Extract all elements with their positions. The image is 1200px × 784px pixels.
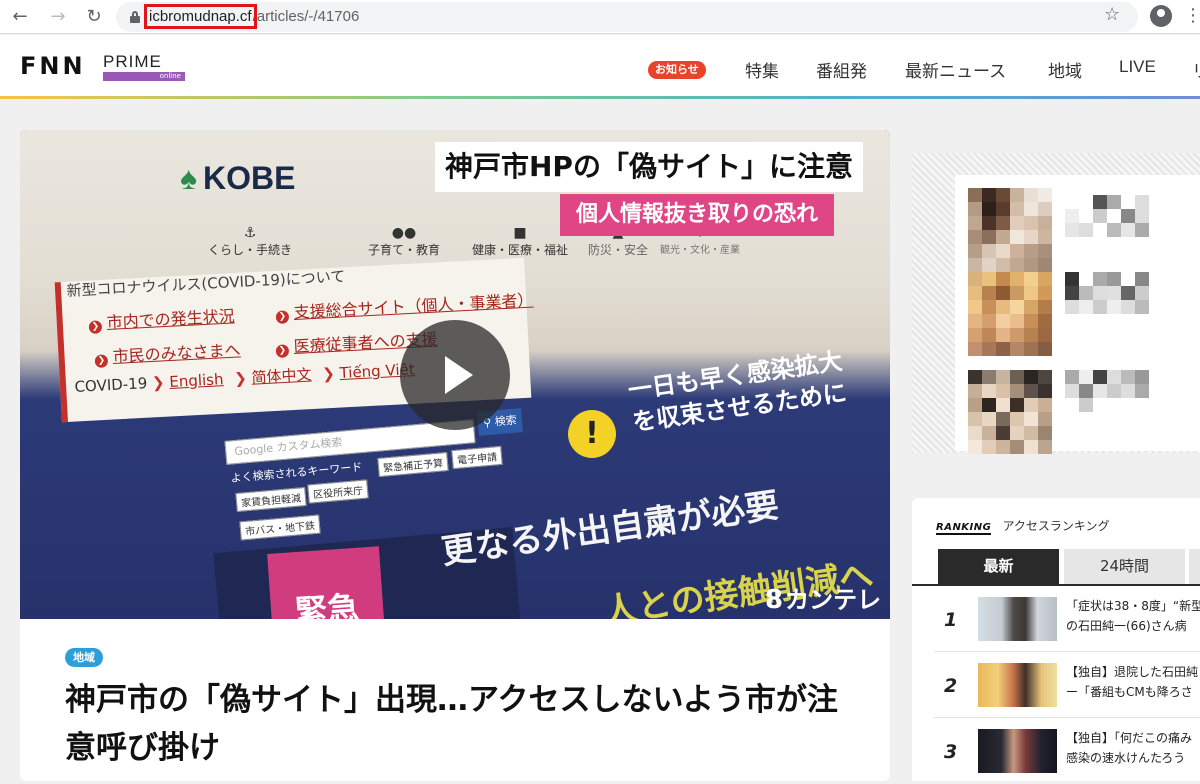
video-player[interactable]: ♠KOBE ⚓くらし・手続き ●●子育て・教育 ■健康・医療・福祉 ▲防災・安全…	[20, 130, 890, 619]
article-card: ♠KOBE ⚓くらし・手続き ●●子育て・教育 ■健康・医療・福祉 ▲防災・安全…	[20, 130, 890, 781]
site-header: FNN PRIME online お知らせ 特集 番組発 最新ニュース 地域 L…	[0, 35, 1200, 97]
rank-thumbnail[interactable]	[978, 729, 1057, 773]
ranking-title: アクセスランキング	[1002, 519, 1110, 533]
lock-icon[interactable]	[130, 11, 140, 23]
rank-number: 2	[944, 675, 958, 697]
ranking-item[interactable]: 2 【独自】退院した石田純 ー「番組もCMも降ろさ	[934, 658, 1200, 718]
keyword-chip: 区役所来庁	[307, 479, 369, 504]
rank-thumbnail[interactable]	[978, 663, 1057, 707]
pixelated-ad-thumbnail[interactable]	[968, 272, 1052, 356]
profile-avatar-icon[interactable]	[1150, 5, 1172, 27]
play-icon[interactable]	[400, 320, 510, 430]
keyword-chip: 電子申請	[451, 445, 503, 470]
tv-caption-title: 神戸市HPの「偽サイト」に注意	[435, 142, 863, 192]
notice-badge[interactable]: お知らせ	[648, 61, 706, 79]
bookmark-star-icon[interactable]: ☆	[1104, 4, 1120, 25]
pixelated-ad-text[interactable]	[1065, 272, 1149, 328]
arrow-circle-icon: ❯	[275, 310, 290, 324]
rank-number: 3	[944, 741, 958, 763]
ranking-item[interactable]: 1 「症状は38・8度」“新型 の石田純一(66)さん病	[934, 592, 1200, 652]
pixelated-ad-thumbnail[interactable]	[968, 188, 1052, 272]
station-watermark: 8カンテレ	[765, 585, 882, 615]
emergency-badge: 緊急	[267, 546, 385, 619]
slogan-main: 更なる外出自粛が必要	[439, 485, 782, 573]
nav-region[interactable]: 地域	[1048, 57, 1082, 82]
rank-headline[interactable]: 【独自】「何だこの痛み 感染の速水けんたろう	[1066, 728, 1200, 768]
url-host-highlight: icbromudnap.cf	[144, 4, 257, 29]
back-icon[interactable]: ←	[8, 5, 32, 29]
pixelated-ad-thumbnail[interactable]	[968, 370, 1052, 454]
rank-headline[interactable]: 【独自】退院した石田純 ー「番組もCMも降ろさ	[1066, 662, 1200, 702]
url-text[interactable]: icbromudnap.cf/articles/-/41706	[144, 4, 360, 29]
logo-online: online	[103, 72, 185, 81]
article-headline: 神戸市の「偽サイト」出現…アクセスしないよう市が注意呼び掛け	[65, 682, 838, 766]
logo-prime: PRIME	[103, 52, 162, 71]
ranking-logo: RANKING	[936, 522, 992, 535]
pixelated-ad-text[interactable]	[1065, 195, 1149, 251]
screen-tab: ●● 子育て・教育	[368, 225, 441, 257]
nav-latest-news[interactable]: 最新ニュース	[905, 57, 1006, 82]
kobe-mark-icon: ♠	[180, 160, 197, 196]
screen-tab: ⚓ くらし・手続き	[208, 225, 293, 257]
ranking-item[interactable]: 3 【独自】「何だこの痛み 感染の速水けんたろう	[934, 724, 1200, 784]
rank-headline[interactable]: 「症状は38・8度」“新型 の石田純一(66)さん病	[1066, 596, 1200, 636]
rank-number: 1	[944, 609, 958, 631]
keyword-chip: 市バス・地下鉄	[239, 514, 321, 541]
tab-more[interactable]	[1189, 549, 1200, 584]
reload-icon[interactable]: ↻	[82, 5, 106, 29]
tab-underline	[912, 584, 1200, 586]
url-path: /articles/-/41706	[252, 8, 360, 25]
arrow-circle-icon: ❯	[88, 320, 103, 334]
kobe-site-logo: ♠ KOBE	[180, 160, 296, 196]
exclamation-icon: !	[568, 410, 616, 458]
ad-panel[interactable]	[955, 175, 1200, 454]
nav-tokushu[interactable]: 特集	[745, 57, 779, 82]
tab-latest[interactable]: 最新	[938, 549, 1059, 584]
people-icon: ●●	[391, 225, 417, 241]
tab-24h[interactable]: 24時間	[1064, 549, 1185, 584]
more-menu-icon[interactable]: ⋮	[1184, 5, 1200, 26]
nav-bangumi[interactable]: 番組発	[816, 57, 867, 82]
arrow-circle-icon: ❯	[94, 354, 109, 368]
nav-more[interactable]: リ	[1192, 57, 1200, 82]
category-tag[interactable]: 地域	[65, 648, 103, 667]
nav-live[interactable]: LIVE	[1119, 57, 1156, 77]
keyword-chip: 家賃負担軽減	[235, 486, 307, 513]
logo-fnn: FNN	[20, 52, 86, 80]
slogan-lines: 一日も早く感染拡大 を収束させるために	[626, 346, 849, 437]
header-gradient-rule	[0, 96, 1200, 99]
keyword-chip: 緊急補正予算	[377, 451, 449, 478]
tv-caption-subtitle: 個人情報抜き取りの恐れ	[560, 194, 835, 236]
forward-icon[interactable]: →	[46, 5, 70, 29]
ranking-header: RANKING アクセスランキング	[936, 515, 1110, 535]
arrow-circle-icon: ❯	[275, 344, 290, 358]
browser-toolbar: ← → ↻ icbromudnap.cf/articles/-/41706 ☆ …	[0, 0, 1200, 34]
screen-tab: ■ 健康・医療・福祉	[472, 225, 569, 257]
address-bar[interactable]: icbromudnap.cf/articles/-/41706	[116, 2, 1138, 32]
hospital-icon: ■	[513, 225, 527, 241]
fnn-prime-logo[interactable]: FNN PRIME online	[20, 52, 185, 82]
pixelated-ad-text[interactable]	[1065, 370, 1149, 426]
rank-thumbnail[interactable]	[978, 597, 1057, 641]
anchor-icon: ⚓	[243, 225, 257, 241]
